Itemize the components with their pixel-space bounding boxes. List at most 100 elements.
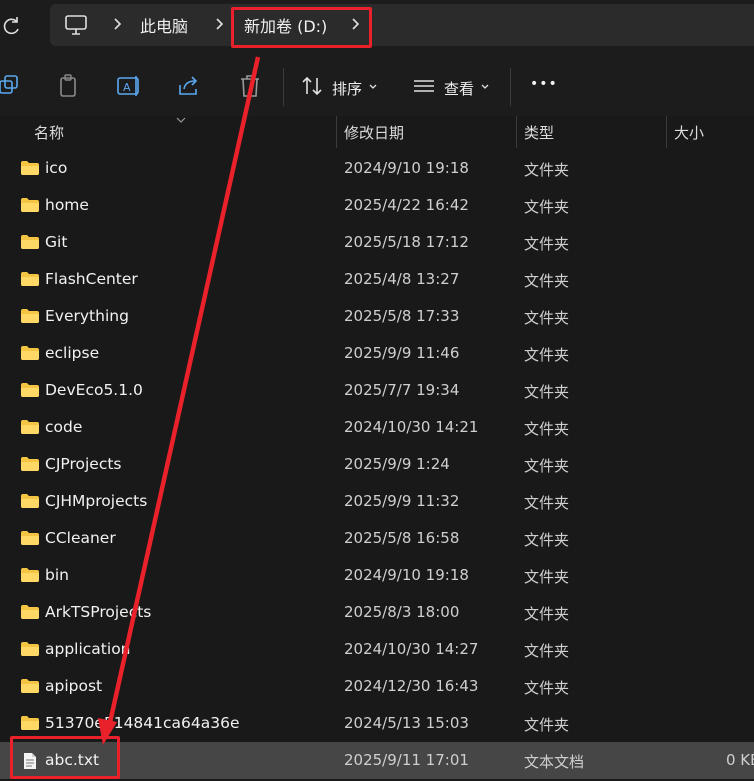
file-modified-date: 2025/8/3 18:00 [344,603,460,621]
file-modified-date: 2025/4/22 16:42 [344,196,469,214]
toolbar-separator [510,68,511,106]
file-modified-date: 2025/5/8 16:58 [344,529,460,547]
file-type: 文件夹 [524,716,570,734]
column-header-type[interactable]: 类型 [524,122,554,143]
file-modified-date: 2025/5/8 17:33 [344,307,460,325]
file-type: 文件夹 [524,605,570,623]
file-row[interactable]: Everything 2025/5/8 17:33 文件夹 [0,298,754,335]
file-row[interactable]: CJProjects 2025/9/9 1:24 文件夹 [0,446,754,483]
view-button[interactable]: 查看 [444,78,474,99]
file-row[interactable]: CCleaner 2025/5/8 16:58 文件夹 [0,520,754,557]
file-type: 文件夹 [524,457,570,475]
file-type: 文件夹 [524,420,570,438]
file-type: 文件夹 [524,309,570,327]
folder-icon [20,382,40,398]
file-name: home [45,196,89,214]
paste-icon[interactable] [55,72,83,100]
file-name: 51370e514841ca64a36e [45,714,240,732]
sort-icon[interactable] [298,72,326,100]
file-modified-date: 2025/9/9 11:46 [344,344,460,362]
column-header-name[interactable]: 名称 [34,122,64,143]
refresh-icon[interactable] [2,14,22,38]
file-modified-date: 2024/9/10 19:18 [344,159,469,177]
file-type: 文件夹 [524,531,570,549]
file-name: ArkTSProjects [45,603,152,621]
file-row[interactable]: Git 2025/5/18 17:12 文件夹 [0,224,754,261]
file-row[interactable]: ico 2024/9/10 19:18 文件夹 [0,150,754,187]
file-modified-date: 2024/10/30 14:27 [344,640,479,658]
folder-icon [20,197,40,213]
column-divider[interactable] [666,116,667,148]
file-type: 文件夹 [524,198,570,216]
file-row[interactable]: code 2024/10/30 14:21 文件夹 [0,409,754,446]
file-row[interactable]: bin 2024/9/10 19:18 文件夹 [0,557,754,594]
folder-icon [20,567,40,583]
delete-icon[interactable] [236,72,264,100]
chevron-right-icon[interactable] [112,17,122,31]
sort-button[interactable]: 排序 [332,78,362,99]
column-divider[interactable] [516,116,517,148]
file-name: CCleaner [45,529,116,547]
file-modified-date: 2024/9/10 19:18 [344,566,469,584]
folder-icon [20,715,40,731]
folder-icon [20,308,40,324]
file-name: ico [45,159,68,177]
file-name: application [45,640,131,658]
file-type: 文件夹 [524,494,570,512]
column-divider[interactable] [336,116,337,148]
file-name: bin [45,566,69,584]
folder-icon [20,530,40,546]
column-header-size[interactable]: 大小 [674,122,704,143]
file-row[interactable]: DevEco5.1.0 2025/7/7 19:34 文件夹 [0,372,754,409]
file-row[interactable]: application 2024/10/30 14:27 文件夹 [0,631,754,668]
file-row[interactable]: apipost 2024/12/30 16:43 文件夹 [0,668,754,705]
file-row[interactable]: home 2025/4/22 16:42 文件夹 [0,187,754,224]
chevron-down-icon[interactable] [368,83,378,91]
file-name: CJHMprojects [45,492,148,510]
file-modified-date: 2024/12/30 16:43 [344,677,479,695]
file-modified-date: 2025/7/7 19:34 [344,381,460,399]
file-row[interactable]: FlashCenter 2025/4/8 13:27 文件夹 [0,261,754,298]
file-name: CJProjects [45,455,122,473]
file-size: 0 KB [726,751,754,769]
file-name: Git [45,233,68,251]
folder-icon [20,271,40,287]
file-name: FlashCenter [45,270,138,288]
column-header-modified[interactable]: 修改日期 [344,122,404,143]
file-type: 文件夹 [524,383,570,401]
annotation-highlight-box [10,736,120,779]
folder-icon [20,456,40,472]
file-row[interactable]: eclipse 2025/9/9 11:46 文件夹 [0,335,754,372]
file-type: 文件夹 [524,272,570,290]
command-bar: A 排序 查看 ••• [0,56,754,119]
file-type: 文件夹 [524,235,570,253]
computer-icon[interactable] [64,14,88,36]
file-modified-date: 2025/9/11 17:01 [344,751,469,769]
chevron-down-icon[interactable] [480,83,490,91]
file-type: 文件夹 [524,568,570,586]
folder-icon [20,419,40,435]
view-icon[interactable] [410,72,438,100]
breadcrumb-item-this-pc[interactable]: 此电脑 [140,13,188,37]
file-modified-date: 2025/9/9 11:32 [344,492,460,510]
file-modified-date: 2025/4/8 13:27 [344,270,460,288]
file-modified-date: 2024/10/30 14:21 [344,418,479,436]
copy-icon[interactable] [0,72,24,100]
more-options-button[interactable]: ••• [530,76,558,92]
annotation-highlight-box [231,7,372,48]
folder-icon [20,345,40,361]
svg-text:A: A [123,81,131,94]
file-row[interactable]: CJHMprojects 2025/9/9 11:32 文件夹 [0,483,754,520]
rename-icon[interactable]: A [115,72,143,100]
file-name: apipost [45,677,103,695]
file-type: 文件夹 [524,161,570,179]
file-modified-date: 2025/9/9 1:24 [344,455,450,473]
file-type: 文件夹 [524,346,570,364]
folder-icon [20,493,40,509]
share-icon[interactable] [175,72,203,100]
folder-icon [20,234,40,250]
file-modified-date: 2024/5/13 15:03 [344,714,469,732]
chevron-right-icon[interactable] [214,17,224,31]
file-modified-date: 2025/5/18 17:12 [344,233,469,251]
file-row[interactable]: ArkTSProjects 2025/8/3 18:00 文件夹 [0,594,754,631]
